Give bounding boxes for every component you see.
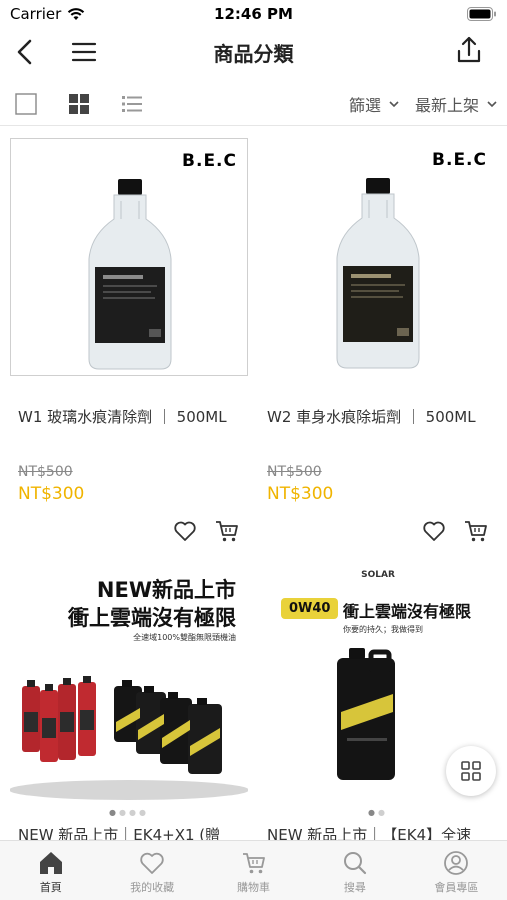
view-toolbar: 篩選 最新上架 [0, 82, 507, 126]
heart-icon[interactable] [421, 518, 447, 544]
tab-search[interactable]: 搜尋 [304, 841, 405, 900]
tab-label: 購物車 [237, 881, 271, 894]
banner-subtext: 你要的持久；我做得到 [343, 625, 423, 634]
product-image[interactable]: B.E.C [10, 138, 248, 376]
status-time: 12:46 PM [214, 5, 293, 23]
sort-dropdown[interactable]: 最新上架 [415, 92, 497, 116]
cart-icon[interactable] [214, 518, 240, 544]
home-icon [39, 852, 62, 874]
filter-label: 篩選 [348, 96, 381, 115]
product-brand: B.E.C [182, 151, 237, 171]
cart-icon[interactable] [463, 518, 489, 544]
oil-bottles-image [10, 676, 248, 800]
oil-grade-badge: 0W40 [281, 598, 339, 619]
product-grid: B.E.C W1 玻璃水痕清除劑 ｜ 500ML NT$500 NT$300 B… [0, 132, 507, 840]
floating-grid-button[interactable] [446, 746, 496, 796]
product-name[interactable]: NEW 新品上市｜EK4+X1 (贈 [18, 824, 220, 840]
heart-icon [140, 852, 164, 874]
sale-price: NT$300 [18, 484, 85, 504]
carousel-dots: ●●●● [109, 808, 149, 817]
product-name[interactable]: W1 玻璃水痕清除劑 ｜ 500ML [18, 406, 227, 427]
original-price: NT$500 [267, 464, 322, 480]
back-arrow-icon[interactable] [10, 36, 42, 68]
heart-icon[interactable] [172, 518, 198, 544]
tab-label: 會員專區 [434, 881, 479, 894]
tab-label: 首頁 [39, 881, 62, 894]
battery-icon [467, 7, 496, 21]
product-card[interactable]: NEW新品上市 衝上雲端沒有極限 全速域100%雙酯無限頭機油 ●●●● NEW… [10, 562, 248, 840]
filter-dropdown[interactable]: 篩選 [349, 92, 399, 116]
tab-label: 我的收藏 [130, 881, 175, 894]
tab-favorites[interactable]: 我的收藏 [101, 841, 202, 900]
product-brand: B.E.C [432, 150, 487, 170]
hamburger-menu-icon[interactable] [68, 36, 100, 68]
product-card[interactable]: SOLAR 0W40 衝上雲端沒有極限 你要的持久；我做得到 ●● NEW 新品… [259, 562, 497, 840]
spray-bottle-image [336, 178, 420, 369]
grid-icon [461, 761, 481, 781]
product-card[interactable]: B.E.C W2 車身水痕除垢劑 ｜ 500ML NT$500 NT$300 [259, 138, 497, 558]
grid-view-icon[interactable] [67, 92, 91, 116]
tab-home[interactable]: 首頁 [0, 841, 101, 900]
carousel-dots: ●● [368, 808, 388, 817]
product-banner-image[interactable]: NEW新品上市 衝上雲端沒有極限 全速域100%雙酯無限頭機油 [10, 562, 248, 800]
spray-bottle-image [88, 179, 172, 370]
cart-icon [242, 853, 265, 874]
chevron-down-icon [389, 101, 399, 108]
chevron-down-icon [487, 101, 497, 108]
single-view-icon[interactable] [14, 92, 38, 116]
banner-brand: SOLAR [361, 570, 395, 580]
product-image[interactable]: B.E.C [259, 138, 497, 376]
sale-price: NT$300 [267, 484, 334, 504]
tab-bar: 首頁 我的收藏 購物車 搜尋 會員專區 [0, 840, 507, 900]
user-icon [444, 851, 469, 875]
banner-headline: 衝上雲端沒有極限 [343, 602, 472, 621]
nav-bar: 商品分類 [0, 28, 507, 76]
product-card[interactable]: B.E.C W1 玻璃水痕清除劑 ｜ 500ML NT$500 NT$300 [10, 138, 248, 558]
product-name[interactable]: W2 車身水痕除垢劑 ｜ 500ML [267, 406, 476, 427]
list-view-icon[interactable] [120, 92, 144, 116]
tab-member[interactable]: 會員專區 [406, 841, 507, 900]
sort-label: 最新上架 [414, 96, 479, 115]
search-icon [343, 852, 367, 875]
tab-label: 搜尋 [343, 881, 366, 894]
product-name[interactable]: NEW 新品上市｜【EK4】全速 [267, 824, 471, 840]
share-icon[interactable] [453, 34, 485, 66]
tab-cart[interactable]: 購物車 [203, 841, 304, 900]
original-price: NT$500 [18, 464, 73, 480]
status-bar: Carrier 12:46 PM [0, 0, 507, 28]
